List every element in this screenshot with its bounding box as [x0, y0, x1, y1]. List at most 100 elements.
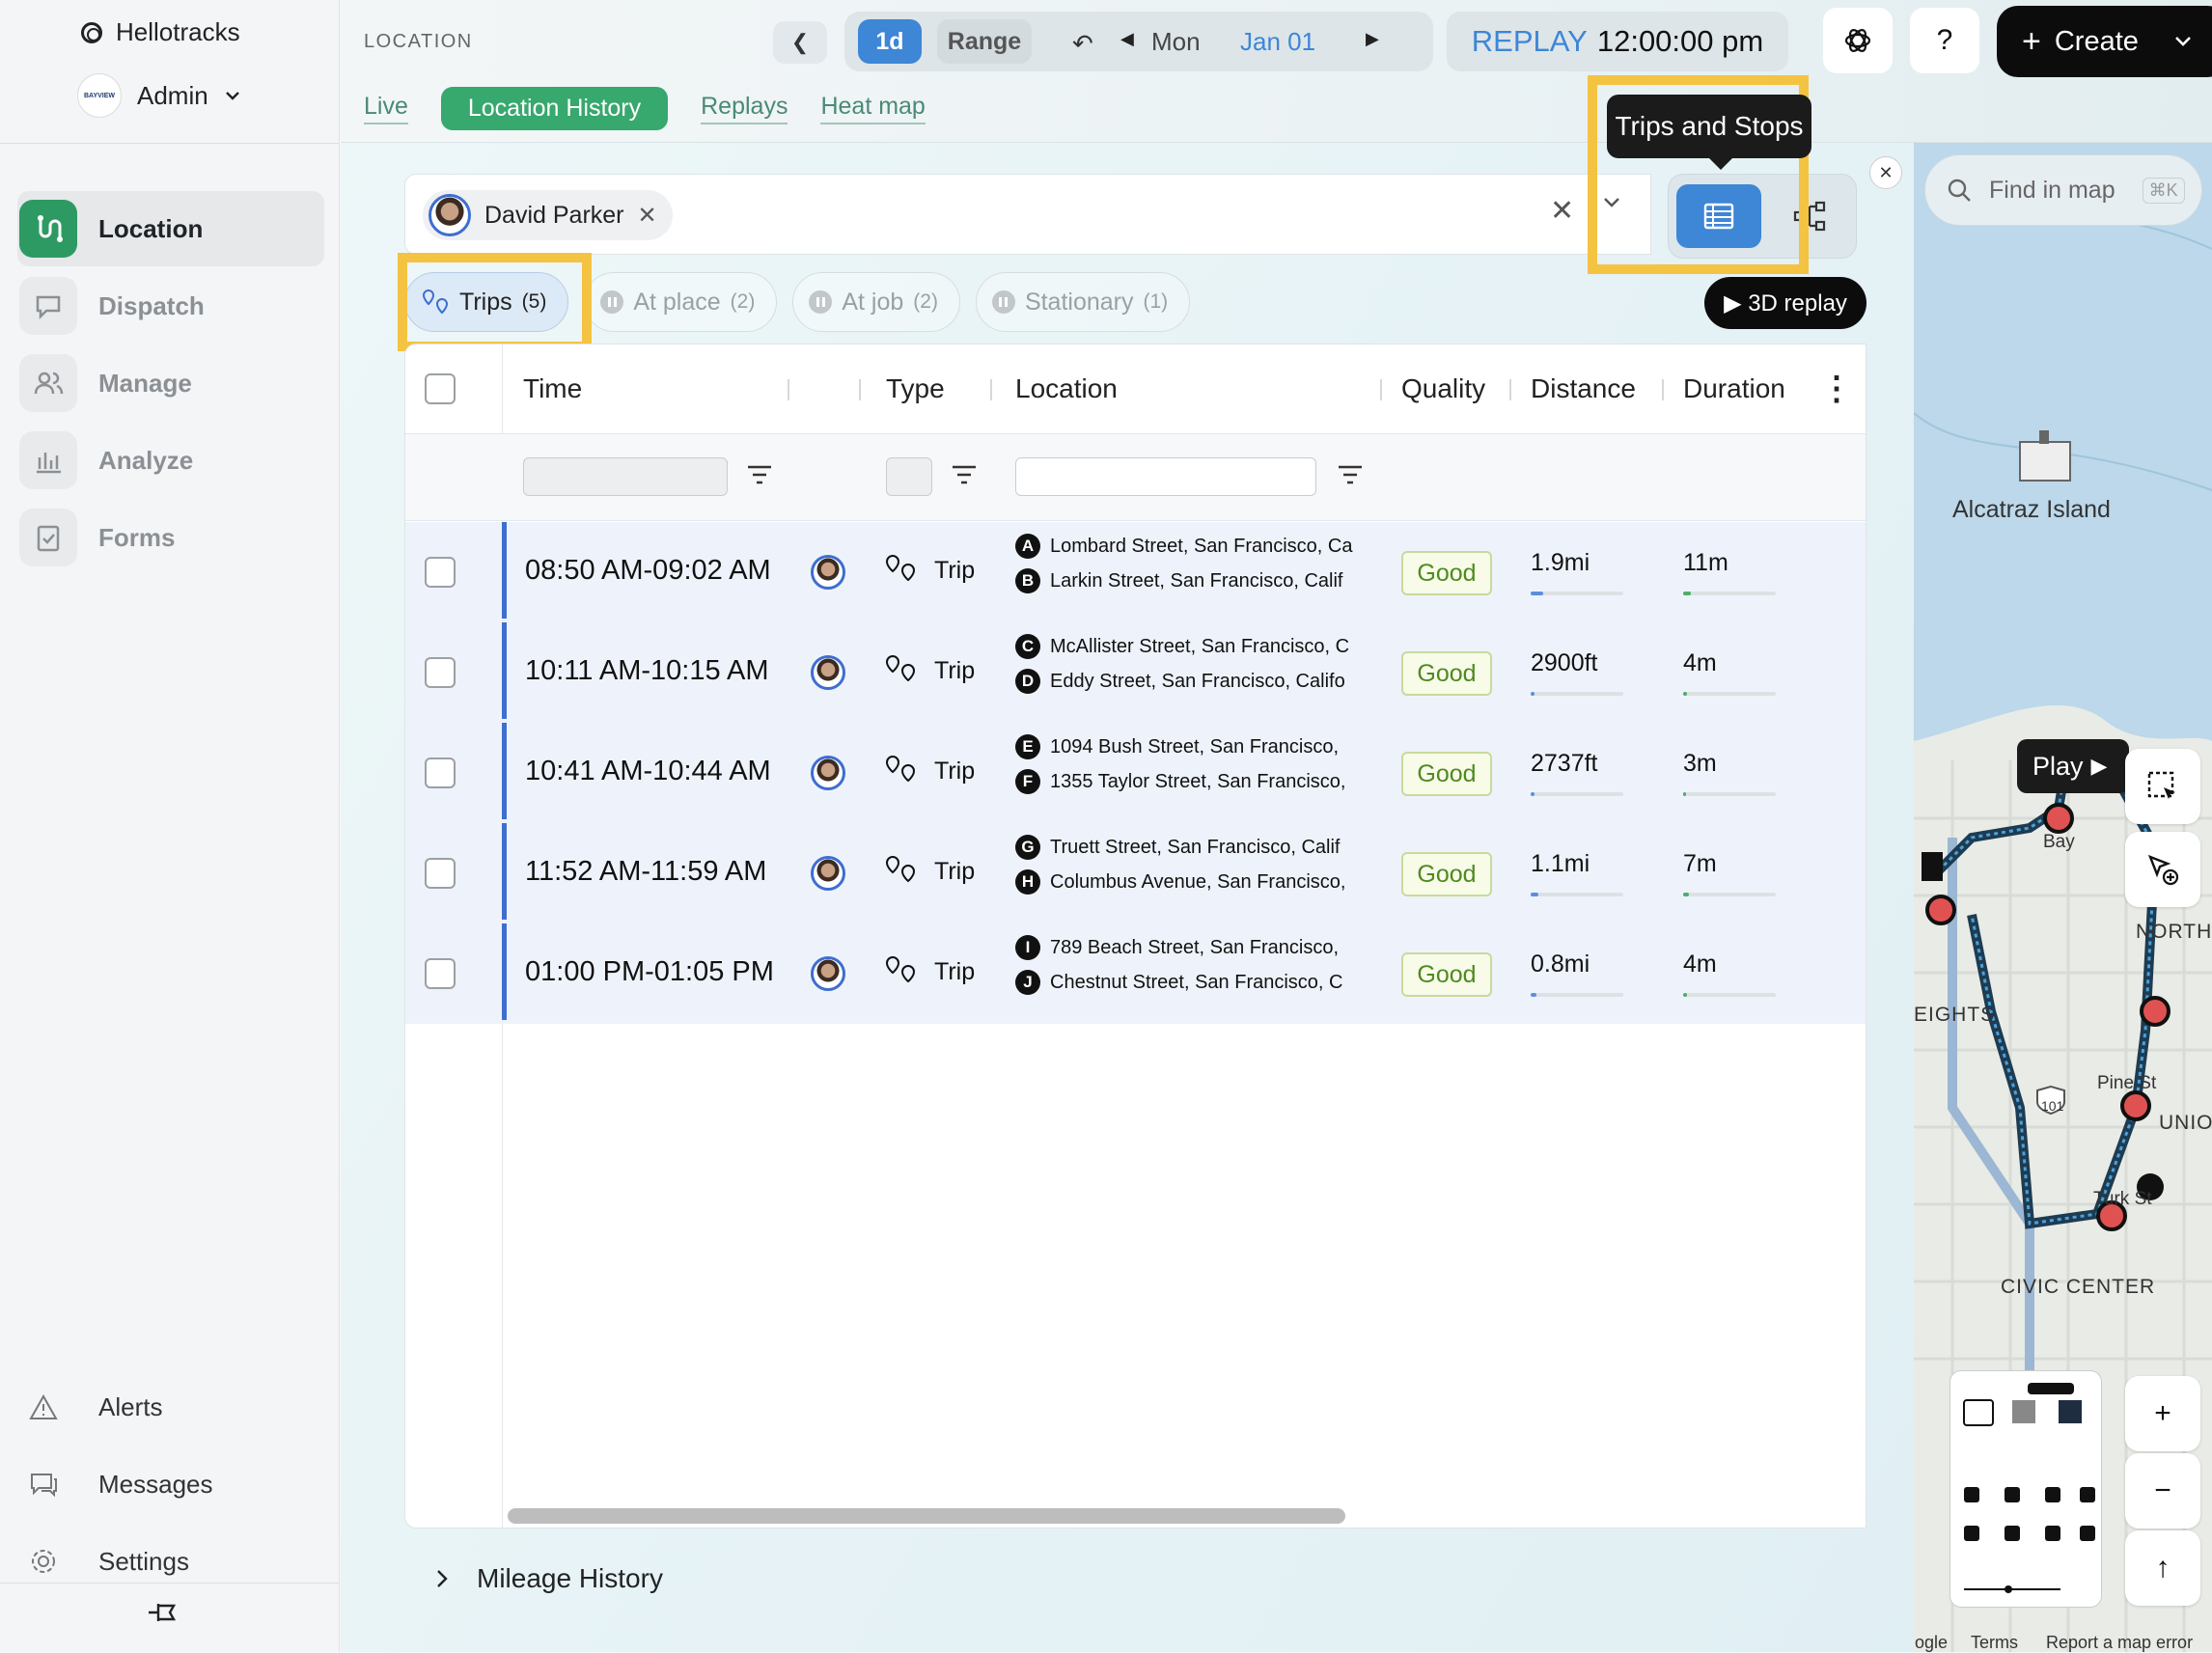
trip-time: 10:41 AM-10:44 AM: [525, 756, 771, 786]
mileage-history-toggle[interactable]: Mileage History: [434, 1563, 663, 1594]
row-checkbox[interactable]: [425, 557, 456, 588]
trip-time: 11:52 AM-11:59 AM: [525, 856, 767, 887]
table-row[interactable]: 08:50 AM-09:02 AM Trip A Lombard Street, …: [405, 522, 1866, 622]
terms-link[interactable]: Terms: [1971, 1633, 2018, 1653]
collapse-button[interactable]: ❮: [773, 21, 827, 64]
map-style-preview[interactable]: [1949, 1370, 2102, 1608]
nav-label: Forms: [98, 522, 176, 552]
column-header-type[interactable]: Type: [886, 344, 945, 433]
table-row[interactable]: 01:00 PM-01:05 PM Trip I 789 Beach Street…: [405, 923, 1866, 1024]
column-header-time[interactable]: Time: [523, 344, 582, 433]
column-header-duration[interactable]: Duration: [1683, 344, 1785, 433]
avatar: [811, 555, 845, 590]
horizontal-scrollbar[interactable]: [508, 1508, 1345, 1524]
map-search-input[interactable]: Find in map ⌘K: [1924, 154, 2202, 226]
next-day-icon[interactable]: ▶: [1366, 29, 1379, 49]
add-place-button[interactable]: [2125, 832, 2200, 907]
quality-badge: Good: [1401, 852, 1492, 896]
chevron-down-icon: [225, 92, 239, 100]
close-panel-button[interactable]: ✕: [1869, 156, 1902, 189]
tab-location-history[interactable]: Location History: [440, 87, 669, 130]
replay-clock: 12:00:00 pm: [1596, 24, 1764, 58]
column-header-quality[interactable]: Quality: [1401, 344, 1485, 433]
period-1d-button[interactable]: 1d: [858, 19, 922, 64]
help-button[interactable]: ?: [1910, 8, 1979, 73]
filter-icon[interactable]: [1336, 463, 1365, 488]
trip-end: D Eddy Street, San Francisco, Califo: [1015, 669, 1388, 694]
distance-bar-fill: [1531, 993, 1536, 997]
column-resizer[interactable]: [788, 379, 789, 400]
replay-time[interactable]: REPLAY 12:00:00 pm: [1447, 12, 1788, 71]
nav-item-dispatch[interactable]: Dispatch: [17, 268, 324, 344]
period-range-button[interactable]: Range: [937, 19, 1032, 64]
trip-distance: 2737ft: [1531, 750, 1598, 777]
trip-end: H Columbus Avenue, San Francisco,: [1015, 869, 1388, 895]
clear-filter-icon[interactable]: ✕: [1550, 194, 1574, 228]
location-filter-input[interactable]: [1015, 457, 1316, 496]
chip-at-place[interactable]: At place (2): [584, 272, 778, 332]
chip-at-job[interactable]: At job (2): [792, 272, 960, 332]
compass-button[interactable]: ↑: [2125, 1530, 2200, 1606]
tab-heat-map[interactable]: Heat map: [820, 93, 926, 124]
column-header-location[interactable]: Location: [1015, 344, 1118, 433]
tab-replays[interactable]: Replays: [701, 93, 788, 124]
stop-letter: I: [1015, 935, 1040, 960]
nav-item-manage[interactable]: Manage: [17, 345, 324, 421]
trip-time: 01:00 PM-01:05 PM: [525, 956, 774, 987]
table-row[interactable]: 10:41 AM-10:44 AM Trip E 1094 Bush Street…: [405, 723, 1866, 823]
tab-live[interactable]: Live: [364, 93, 408, 124]
filter-icon[interactable]: [745, 463, 774, 488]
row-checkbox[interactable]: [425, 858, 456, 889]
3d-replay-button[interactable]: ▶ 3D replay: [1704, 277, 1866, 329]
highlight-box: [398, 253, 592, 351]
report-error-link[interactable]: Report a map error: [2046, 1633, 2193, 1653]
nav-item-settings[interactable]: Settings: [29, 1523, 318, 1600]
nav-label: Analyze: [98, 445, 194, 475]
nav-item-forms[interactable]: Forms: [17, 500, 324, 575]
trip-type: Trip: [934, 657, 976, 684]
nav-label: Settings: [98, 1546, 189, 1576]
account-switcher[interactable]: BAYVIEW Admin: [77, 73, 241, 118]
nav-item-alerts[interactable]: Alerts: [29, 1368, 318, 1446]
play-button[interactable]: Play ▶: [2017, 739, 2129, 793]
nav-item-location[interactable]: Location: [17, 191, 324, 266]
stop-letter: J: [1015, 970, 1040, 995]
column-resizer[interactable]: [1662, 379, 1664, 400]
table-row[interactable]: 11:52 AM-11:59 AM Trip G Truett Street, S…: [405, 823, 1866, 923]
select-area-button[interactable]: [2125, 749, 2200, 824]
chip-stationary[interactable]: Stationary (1): [975, 272, 1191, 332]
column-resizer[interactable]: [1509, 379, 1511, 400]
filter-icon[interactable]: [950, 463, 979, 488]
repeat-icon[interactable]: ↶: [1072, 29, 1093, 59]
time-filter-input[interactable]: [523, 457, 728, 496]
table-row[interactable]: 10:11 AM-10:15 AM Trip C McAllister Stree…: [405, 622, 1866, 723]
column-resizer[interactable]: [1380, 379, 1382, 400]
column-header-distance[interactable]: Distance: [1531, 344, 1636, 433]
nav-item-analyze[interactable]: Analyze: [17, 423, 324, 498]
stop-letter: B: [1015, 568, 1040, 593]
row-checkbox[interactable]: [425, 958, 456, 989]
remove-person-icon[interactable]: ✕: [638, 202, 657, 230]
trip-type: Trip: [934, 858, 976, 885]
type-filter-input[interactable]: [886, 457, 932, 496]
row-checkbox[interactable]: [425, 657, 456, 688]
nav-label: Location: [98, 213, 204, 243]
zoom-out-button[interactable]: −: [2125, 1453, 2200, 1529]
pin-sidebar-icon[interactable]: [145, 1598, 183, 1627]
row-checkbox[interactable]: [425, 758, 456, 788]
column-menu-icon[interactable]: ⋮: [1820, 344, 1853, 433]
date-picker[interactable]: Jan 01: [1240, 27, 1315, 57]
create-button[interactable]: + Create: [1997, 6, 2212, 77]
nav-label: Messages: [98, 1469, 213, 1499]
column-resizer[interactable]: [990, 379, 992, 400]
ai-assistant-button[interactable]: [1823, 8, 1893, 73]
nav-label: Alerts: [98, 1391, 163, 1421]
person-chip[interactable]: David Parker ✕: [423, 190, 673, 240]
zoom-in-button[interactable]: +: [2125, 1376, 2200, 1451]
prev-day-icon[interactable]: ◀: [1120, 29, 1134, 49]
person-filter[interactable]: David Parker ✕ ✕: [404, 174, 1651, 255]
column-resizer[interactable]: [859, 379, 861, 400]
select-all-checkbox[interactable]: [425, 373, 456, 404]
nav-item-messages[interactable]: Messages: [29, 1446, 318, 1523]
brand[interactable]: Hellotracks: [81, 17, 240, 47]
